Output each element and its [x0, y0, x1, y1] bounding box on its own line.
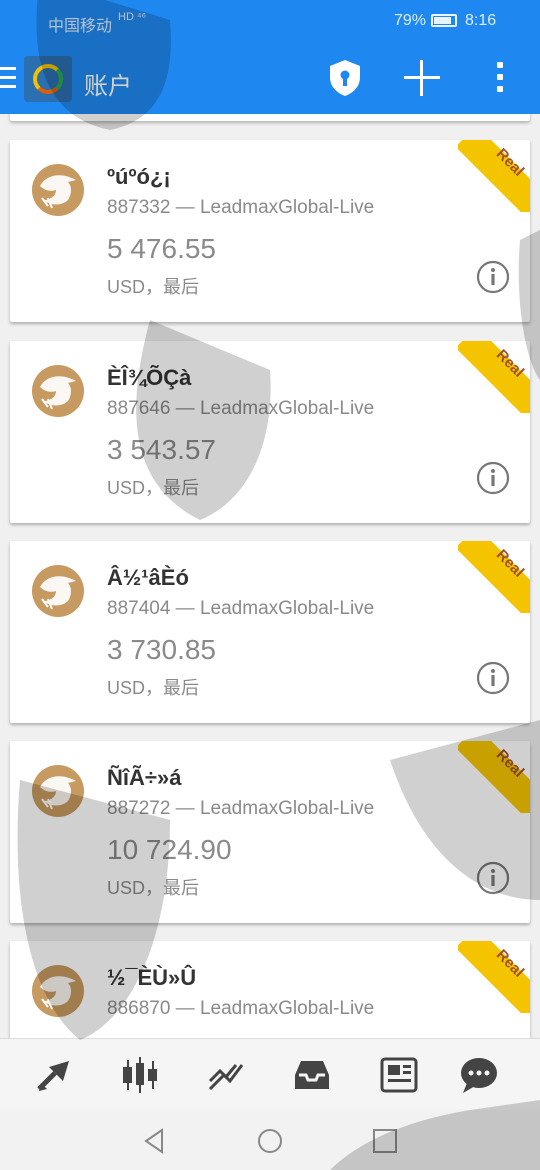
info-icon[interactable] [476, 861, 510, 895]
separator: — [170, 798, 200, 819]
account-login: 887404 [107, 598, 171, 619]
account-card[interactable]: Â½¹âÈó 887404 — LeadmaxGlobal-Live 3 730… [10, 541, 530, 723]
account-balance: 3 543.57 [107, 434, 216, 465]
real-badge: Real [458, 741, 530, 813]
account-login-server: 886870 — LeadmaxGlobal-Live [107, 998, 374, 1020]
account-balance: 10 724.90 [107, 834, 232, 865]
account-login-server: 887332 — LeadmaxGlobal-Live [107, 197, 374, 219]
plus-icon[interactable] [404, 60, 440, 96]
page-title: 账户 [84, 73, 132, 100]
account-server: LeadmaxGlobal-Live [199, 998, 375, 1019]
account-server: LeadmaxGlobal-Live [199, 398, 375, 419]
trade-icon[interactable] [206, 1055, 246, 1095]
separator: — [170, 197, 200, 218]
account-name: ÈÎ¾ÕÇà [107, 365, 192, 390]
chart-candles-icon[interactable] [120, 1055, 160, 1095]
info-icon[interactable] [476, 461, 510, 495]
account-name: Â½¹âÈó [107, 565, 189, 590]
home-icon[interactable] [257, 1128, 283, 1154]
account-balance: 5 476.55 [107, 233, 216, 264]
carrier-label: 中国移动 [48, 18, 113, 35]
account-login: 886870 [107, 998, 171, 1019]
quotes-icon[interactable] [35, 1055, 75, 1095]
real-badge: Real [458, 341, 530, 413]
account-currency: USD，最后 [107, 878, 200, 898]
account-balance: 3 730.85 [107, 634, 216, 665]
bottom-nav [0, 1038, 540, 1110]
separator: — [170, 598, 200, 619]
battery-icon [431, 14, 457, 27]
account-name: ºúºó¿¡ [107, 164, 171, 189]
more-vert-icon[interactable] [494, 62, 506, 96]
inbox-icon[interactable] [292, 1055, 332, 1095]
info-icon[interactable] [476, 260, 510, 294]
account-card[interactable]: ½¯ÈÙ»Û 886870 — LeadmaxGlobal-Live Real [10, 941, 530, 1038]
eagle-avatar-icon [32, 765, 84, 817]
signal-icon: HD ⁴⁶ [118, 11, 147, 23]
account-server: LeadmaxGlobal-Live [199, 798, 375, 819]
app-logo[interactable] [24, 56, 72, 102]
account-currency: USD，最后 [107, 678, 200, 698]
account-login-server: 887404 — LeadmaxGlobal-Live [107, 598, 374, 620]
separator: — [170, 398, 200, 419]
account-login-server: 887272 — LeadmaxGlobal-Live [107, 798, 374, 820]
shield-lock-icon[interactable] [328, 59, 362, 97]
recents-icon[interactable] [372, 1128, 398, 1154]
eagle-avatar-icon [32, 164, 84, 216]
account-card[interactable]: ÑîÃ÷»á 887272 — LeadmaxGlobal-Live 10 72… [10, 741, 530, 923]
real-badge: Real [458, 140, 530, 212]
account-server: LeadmaxGlobal-Live [199, 197, 375, 218]
account-currency: USD，最后 [107, 478, 200, 498]
previous-account-card[interactable] [10, 114, 530, 121]
real-badge: Real [458, 941, 530, 1013]
battery-percent: 79% [394, 12, 427, 29]
eagle-avatar-icon [32, 365, 84, 417]
account-login: 887646 [107, 398, 171, 419]
account-name: ÑîÃ÷»á [107, 765, 182, 790]
eagle-avatar-icon [32, 565, 84, 617]
menu-icon[interactable] [0, 67, 16, 89]
back-icon[interactable] [142, 1128, 168, 1154]
real-badge: Real [458, 541, 530, 613]
separator: — [170, 998, 200, 1019]
account-server: LeadmaxGlobal-Live [199, 598, 375, 619]
system-nav [0, 1110, 540, 1170]
account-list[interactable]: ºúºó¿¡ 887332 — LeadmaxGlobal-Live 5 476… [0, 114, 540, 1038]
account-card[interactable]: ÈÎ¾ÕÇà 887646 — LeadmaxGlobal-Live 3 543… [10, 341, 530, 523]
news-icon[interactable] [380, 1055, 420, 1095]
clock: 8:16 [465, 12, 497, 29]
account-name: ½¯ÈÙ»Û [107, 965, 197, 990]
eagle-avatar-icon [32, 965, 84, 1017]
chat-icon[interactable] [459, 1055, 499, 1095]
status-bar: 中国移动 HD ⁴⁶ 79% 8:16 [0, 0, 540, 42]
account-card[interactable]: ºúºó¿¡ 887332 — LeadmaxGlobal-Live 5 476… [10, 140, 530, 322]
account-login: 887332 [107, 197, 171, 218]
account-currency: USD，最后 [107, 277, 200, 297]
info-icon[interactable] [476, 661, 510, 695]
app-bar: 账户 [0, 42, 540, 114]
account-login: 887272 [107, 798, 171, 819]
account-login-server: 887646 — LeadmaxGlobal-Live [107, 398, 374, 420]
